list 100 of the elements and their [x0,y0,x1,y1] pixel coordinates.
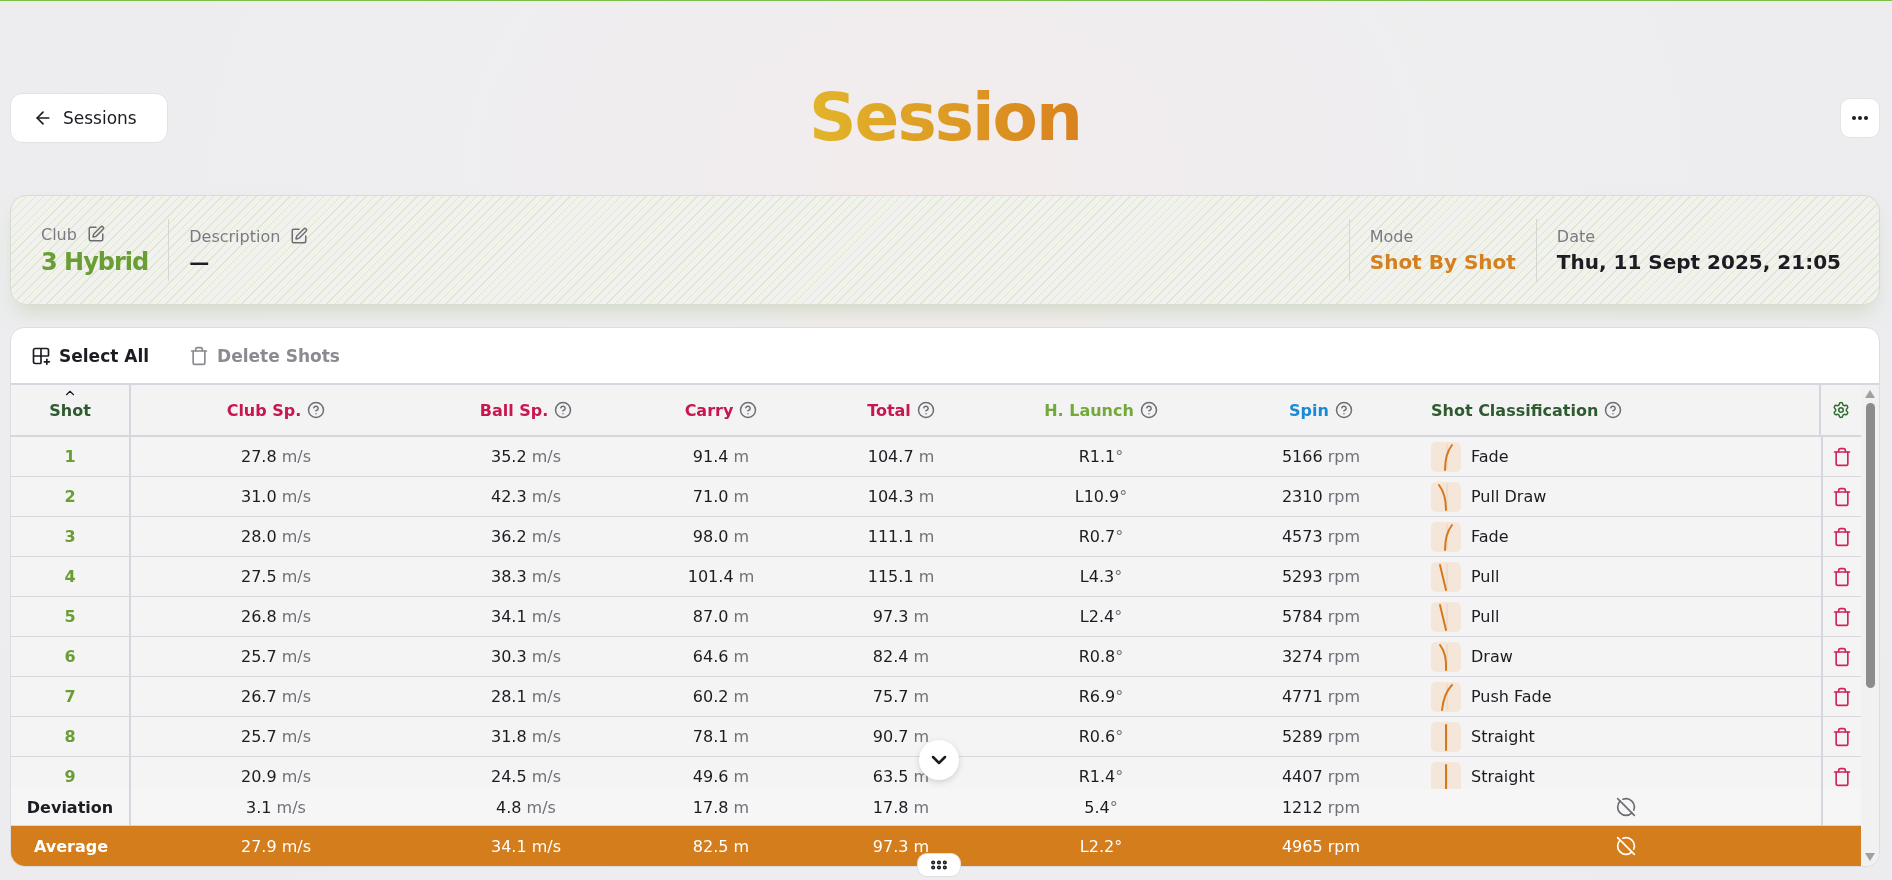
delete-button[interactable] [1832,446,1852,467]
delete-button[interactable] [1832,486,1852,507]
settings-button[interactable] [1832,401,1850,419]
column-header[interactable]: Total [867,400,911,420]
table-cell: 4407 rpm [1281,767,1361,786]
shot-number: 8 [64,727,76,746]
edit-button[interactable] [86,225,105,243]
column-header[interactable]: Carry [684,400,734,420]
trash-icon [1832,766,1852,787]
table-cell: 27.9 m/s [241,836,311,856]
help-icon[interactable] [307,401,326,419]
table-cell: R0.6° [1078,727,1124,746]
table-cell: 5166 rpm [1281,447,1361,466]
table-cell: 28.1 m/s [491,687,561,706]
shot-classification: Straight [1471,767,1535,786]
resize-handle[interactable] [917,853,961,877]
table-cell: R1.4° [1078,767,1124,786]
shot-classification: Push Fade [1471,687,1552,706]
table-cell: 111.1 m [867,527,935,546]
delete-button[interactable] [1832,606,1852,627]
shot-number: 7 [64,687,76,706]
table-cell: L10.9° [1074,487,1128,506]
help-icon[interactable] [1334,401,1353,419]
grid-plus-icon [31,345,51,366]
table-cell: 60.2 m [692,687,750,706]
edit-button[interactable] [290,227,309,245]
table-cell: 35.2 m/s [491,447,561,466]
table-cell: 17.8 m [872,797,930,817]
delete-button[interactable] [1832,566,1852,587]
help-icon[interactable] [916,401,935,419]
table-cell: 104.7 m [867,447,935,466]
table-cell: 3.1 m/s [246,797,306,817]
table-cell: 26.7 m/s [241,687,311,706]
table-cell: 4573 rpm [1281,527,1361,546]
help-icon[interactable] [739,401,758,419]
table-cell: 20.9 m/s [241,767,311,786]
shot-number: 1 [64,447,76,466]
trash-icon [1832,526,1852,547]
table-cell: 64.6 m [692,647,750,666]
table-cell: 4.8 m/s [496,797,556,817]
table-cell: 27.5 m/s [241,567,311,586]
column-header[interactable]: Shot [49,400,91,420]
table-cell: 5784 rpm [1281,607,1361,626]
table-cell: 34.1 m/s [491,607,561,626]
table-cell: 82.4 m [872,647,930,666]
more-button[interactable] [1840,97,1880,138]
table-cell: 98.0 m [692,527,750,546]
help-icon[interactable] [1604,401,1623,419]
column-header[interactable]: Spin [1289,400,1329,420]
table-cell: 5289 rpm [1281,727,1361,746]
shot-number: 6 [64,647,76,666]
table-cell: 1212 rpm [1281,797,1361,817]
column-header[interactable]: Club Sp. [226,400,302,420]
field-value: 3 Hybrid [41,247,149,276]
table-cell: 75.7 m [872,687,930,706]
table-cell: 38.3 m/s [491,567,561,586]
table-cell: L2.2° [1079,836,1123,856]
table-cell: 91.4 m [692,447,750,466]
delete-button[interactable] [1832,646,1852,667]
table-cell: 115.1 m [867,567,935,586]
field-label: Date [1556,226,1596,246]
table-cell: 87.0 m [692,607,750,626]
table-cell: 28.0 m/s [241,527,311,546]
table-cell: 97.3 m [872,607,930,626]
select-all-button[interactable]: Select All [31,345,150,366]
circle-off-icon [1616,797,1636,817]
table-cell: 42.3 m/s [491,487,561,506]
table-cell: 34.1 m/s [491,836,561,856]
help-icon[interactable] [1139,401,1158,419]
scroll-thumb[interactable] [1865,403,1875,688]
trash-icon [1832,486,1852,507]
table-cell: 25.7 m/s [241,647,311,666]
delete-button[interactable] [1832,726,1852,747]
shot-number: 2 [64,487,76,506]
table-cell: 4771 rpm [1281,687,1361,706]
shot-number: 3 [64,527,76,546]
delete-button[interactable] [1832,766,1852,787]
circle-off-icon [1616,836,1636,856]
trash-icon [1832,446,1852,467]
table-cell: R1.1° [1078,447,1124,466]
shot-classification: Fade [1471,527,1509,546]
table-cell: R0.7° [1078,527,1124,546]
table-cell: 31.8 m/s [491,727,561,746]
table-cell: 78.1 m [692,727,750,746]
table-cell: 82.5 m [692,836,750,856]
field-value: Thu, 11 Sept 2025, 21:05 [1556,249,1841,274]
shot-number: 5 [64,607,76,626]
trash-icon [1832,606,1852,627]
table-cell: 25.7 m/s [241,727,311,746]
scrollbar[interactable] [1861,385,1879,866]
delete-button[interactable] [1832,686,1852,707]
trash-icon [1832,646,1852,667]
help-icon[interactable] [554,401,573,419]
delete-button[interactable] [1832,526,1852,547]
table-cell: 97.3 m [872,836,930,856]
column-header[interactable]: Shot Classification [1431,400,1599,420]
back-button[interactable]: Sessions [10,92,168,143]
table-cell: 49.6 m [692,767,750,786]
field-value: — [189,249,211,274]
column-header[interactable]: Ball Sp. [479,400,549,420]
